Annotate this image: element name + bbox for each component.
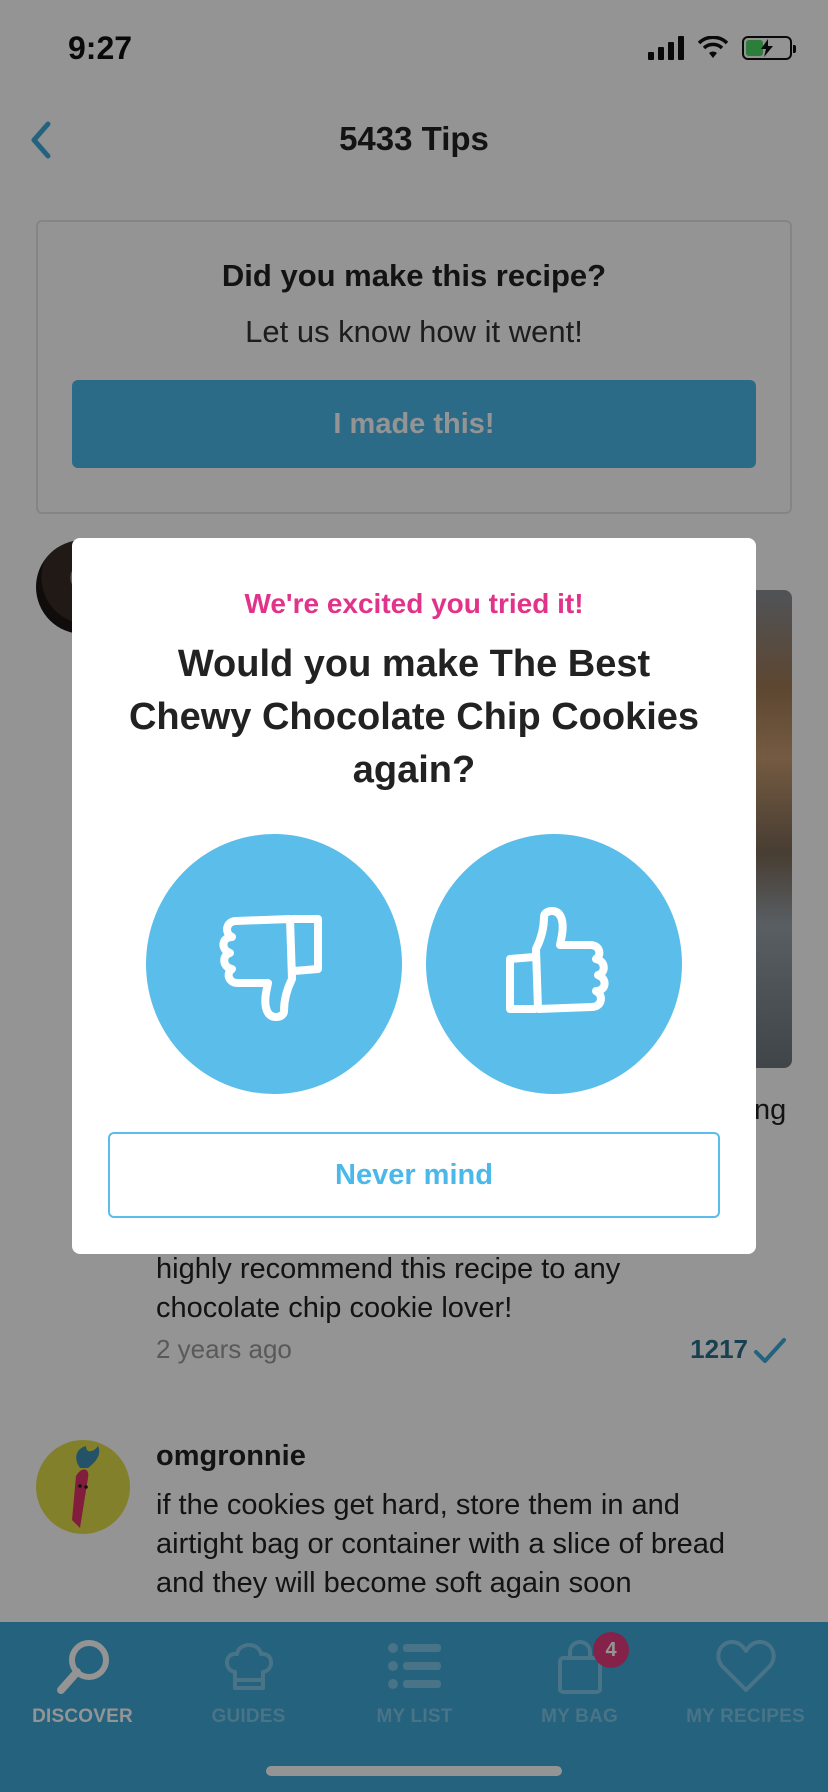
modal-question: Would you make The Best Chewy Chocolate …: [128, 643, 700, 791]
tips-screen: 9:27 5433 Tips Did you make this recipe?…: [0, 0, 828, 1792]
thumbs-down-icon: [219, 915, 322, 1021]
rating-modal: We're excited you tried it! Would you ma…: [72, 538, 756, 1254]
modal-kicker: We're excited you tried it!: [244, 588, 584, 619]
thumbs-up-button[interactable]: [426, 834, 682, 1094]
thumbs-down-button[interactable]: [146, 834, 402, 1094]
never-mind-button[interactable]: Never mind: [108, 1132, 720, 1218]
thumbs-up-icon: [506, 907, 609, 1013]
